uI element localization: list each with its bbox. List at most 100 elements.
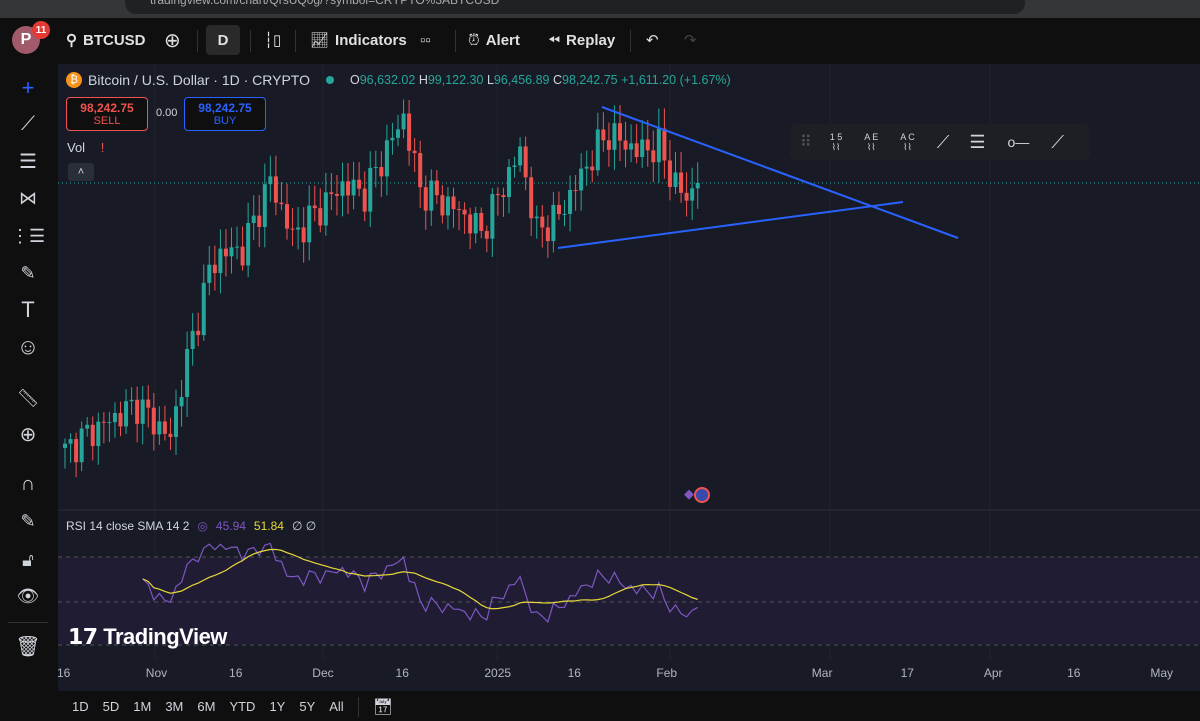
candle-body <box>468 214 473 234</box>
candle-body <box>124 401 129 427</box>
candle-body <box>140 399 145 424</box>
candle-body <box>107 422 112 424</box>
range-1y[interactable]: 1Y <box>269 699 285 714</box>
parallel-channel-icon[interactable]: ☰ <box>969 132 985 153</box>
candle-body <box>340 181 345 196</box>
candle-body <box>168 433 173 437</box>
floating-drawing-toolbar: ⠿ 1 5 ⌇⌇ A E ⌇⌇ A C ⌇⌇ ⟋ ☰ o— ⟋ <box>790 124 1090 160</box>
candle-body <box>212 264 217 274</box>
candle-body <box>185 348 190 397</box>
candle-body <box>612 123 617 150</box>
drag-handle-icon[interactable]: ⠿ <box>800 132 812 152</box>
candle-body <box>112 413 117 423</box>
bottom-toolbar: 1D 5D 1M 3M 6M YTD 1Y 5Y All 📅︎ <box>58 692 1200 721</box>
abcd-pattern-icon[interactable]: A E ⌇⌇ <box>864 132 878 153</box>
candle-body <box>673 172 678 187</box>
candle-body <box>290 228 295 230</box>
time-axis-label: 16 <box>57 666 71 680</box>
candle-body <box>512 165 517 168</box>
candle-body <box>695 182 700 189</box>
candle-body <box>262 184 267 227</box>
range-all[interactable]: All <box>329 699 343 714</box>
candle-body <box>85 424 90 429</box>
goto-date-icon[interactable]: 📅︎ <box>373 697 393 717</box>
candle-body <box>507 167 511 198</box>
candle-body <box>312 205 317 209</box>
candle-body <box>368 168 373 212</box>
candle-body <box>285 204 289 229</box>
candle-body <box>207 264 212 283</box>
volume-legend[interactable]: Vol ! <box>67 140 104 155</box>
candle-body <box>590 166 595 171</box>
ohlc-values: O96,632.02 H99,122.30 L96,456.89 C98,242… <box>349 73 731 87</box>
collapse-legend-button[interactable]: ˄ <box>68 163 94 181</box>
candle-body <box>545 227 550 242</box>
candle-body <box>534 216 539 219</box>
bitcoin-icon: ₿ <box>66 72 82 88</box>
candle-body <box>568 189 573 214</box>
symbol-title[interactable]: Bitcoin / U.S. Dollar · 1D · CRYPTO <box>88 72 310 88</box>
range-1d[interactable]: 1D <box>72 699 89 714</box>
range-5y[interactable]: 5Y <box>299 699 315 714</box>
candle-body <box>79 428 84 463</box>
time-axis-label: 16 <box>1067 666 1081 680</box>
buy-label: BUY <box>213 115 237 127</box>
rsi-sma-value: 51.84 <box>253 519 284 533</box>
candle-body <box>667 160 672 187</box>
range-5d[interactable]: 5D <box>103 699 120 714</box>
time-axis-label: 17 <box>900 666 914 680</box>
candle-body <box>451 196 456 210</box>
triangle-lower-trendline <box>557 201 904 249</box>
range-3m[interactable]: 3M <box>165 699 183 714</box>
candle-body <box>373 167 378 169</box>
trendline-tool-icon[interactable]: ⟋ <box>937 132 950 153</box>
candle-body <box>218 248 223 274</box>
time-axis-label: Feb <box>656 666 678 680</box>
candle-body <box>129 399 134 402</box>
candle-body <box>379 167 384 177</box>
candle-body <box>490 194 495 239</box>
chart-canvas[interactable] <box>0 0 1200 721</box>
candle-body <box>434 180 439 196</box>
ray-icon[interactable]: ⟋ <box>1051 132 1064 153</box>
sell-label: SELL <box>93 115 121 127</box>
candle-body <box>606 140 611 150</box>
range-1m[interactable]: 1M <box>133 699 151 714</box>
candle-body <box>629 143 634 150</box>
candle-body <box>346 181 351 196</box>
candle-body <box>401 113 406 130</box>
candle-body <box>223 248 228 257</box>
rsi-value: 45.94 <box>215 519 246 533</box>
range-6m[interactable]: 6M <box>197 699 215 714</box>
candle-body <box>146 399 151 408</box>
candle-body <box>273 176 278 203</box>
candle-body <box>562 213 567 215</box>
symbol-legend: ₿ Bitcoin / U.S. Dollar · 1D · CRYPTO O9… <box>66 72 731 88</box>
candle-body <box>235 246 240 248</box>
candle-body <box>579 168 584 191</box>
vol-label: Vol <box>67 140 86 155</box>
abc-pattern-icon[interactable]: A C ⌇⌇ <box>900 132 915 153</box>
sell-price: 98,242.75 <box>80 101 134 115</box>
candle-body <box>240 246 245 266</box>
candle-body <box>268 176 273 185</box>
candle-body <box>473 212 478 234</box>
rsi-label[interactable]: RSI 14 close SMA 14 2 <box>66 519 189 533</box>
candle-body <box>201 282 206 336</box>
buy-button[interactable]: 98,242.75 BUY <box>184 97 266 131</box>
candle-body <box>90 424 95 447</box>
sell-button[interactable]: 98,242.75 SELL <box>66 97 148 131</box>
range-ytd[interactable]: YTD <box>229 699 255 714</box>
candle-body <box>623 140 628 150</box>
candle-body <box>651 150 656 163</box>
candle-body <box>384 140 389 177</box>
rsi-legend: RSI 14 close SMA 14 2 ◎ 45.94 51.84 ∅ ∅ <box>66 519 316 533</box>
horizontal-ray-icon[interactable]: o— <box>1008 134 1030 150</box>
candle-body <box>412 150 417 154</box>
events-flag-icon[interactable]: ◆ <box>684 486 714 504</box>
candle-body <box>556 204 561 215</box>
candle-body <box>257 215 262 227</box>
candle-body <box>618 123 622 141</box>
xabcd-pattern-icon[interactable]: 1 5 ⌇⌇ <box>830 132 843 153</box>
time-axis-label: Apr <box>983 666 1003 680</box>
